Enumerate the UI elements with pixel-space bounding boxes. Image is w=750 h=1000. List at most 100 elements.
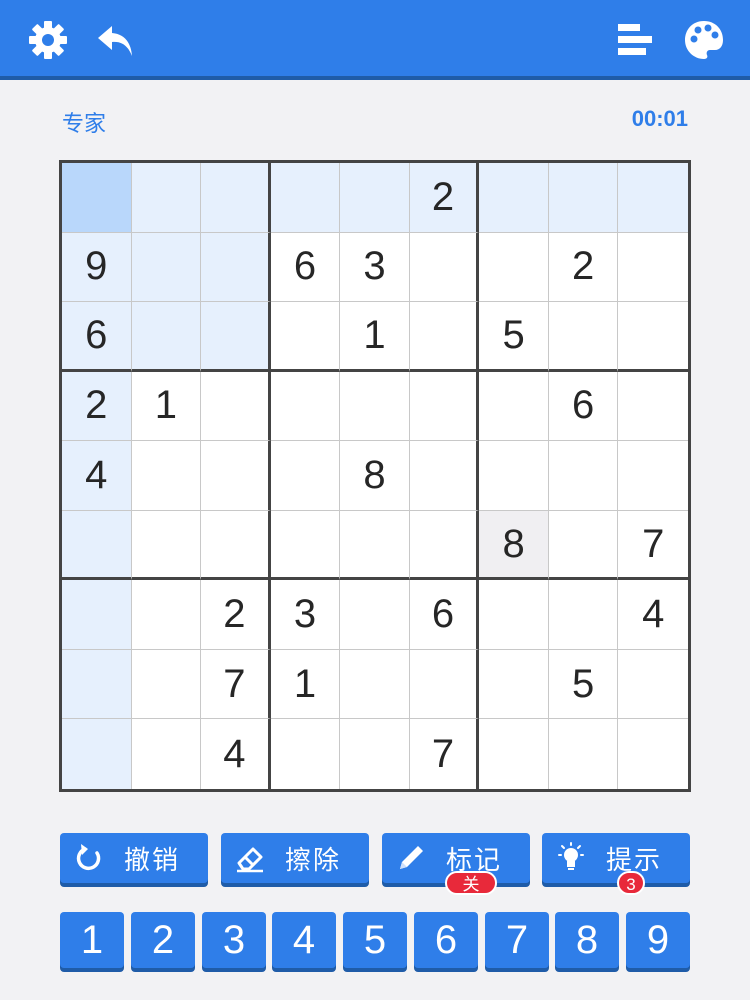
- board-cell[interactable]: [62, 163, 132, 233]
- board-cell[interactable]: [131, 441, 202, 511]
- board-cell[interactable]: 5: [479, 302, 549, 372]
- board-cell[interactable]: 7: [201, 649, 271, 720]
- board-cell[interactable]: 2: [409, 163, 480, 233]
- number-button-3[interactable]: 3: [202, 912, 266, 968]
- board-cell[interactable]: [62, 580, 132, 650]
- board-cell[interactable]: [340, 371, 410, 442]
- number-button-9[interactable]: 9: [626, 912, 690, 968]
- board-cell[interactable]: [62, 510, 132, 581]
- number-button-1[interactable]: 1: [60, 912, 124, 968]
- board-cell[interactable]: [479, 580, 549, 650]
- board-cell[interactable]: [409, 232, 480, 303]
- number-button-7[interactable]: 7: [485, 912, 549, 968]
- board-cell[interactable]: 2: [548, 232, 619, 303]
- board-cell[interactable]: [409, 649, 480, 720]
- gear-icon[interactable]: [26, 18, 70, 62]
- board-cell[interactable]: [201, 163, 271, 233]
- bars-icon[interactable]: [614, 18, 658, 62]
- board-cell[interactable]: 5: [548, 649, 619, 720]
- board-cell[interactable]: 1: [131, 371, 202, 442]
- board-cell[interactable]: [201, 510, 271, 581]
- board-cell[interactable]: 9: [62, 232, 132, 303]
- board-cell[interactable]: 6: [270, 232, 341, 303]
- undo-arrow-icon[interactable]: [94, 18, 138, 62]
- board-cell[interactable]: [201, 302, 271, 372]
- board-cell[interactable]: [549, 719, 619, 789]
- board-cell[interactable]: [131, 163, 202, 233]
- board-cell[interactable]: [548, 302, 619, 372]
- notes-button[interactable]: 标记 关: [382, 833, 530, 895]
- board-cell[interactable]: 2: [62, 371, 132, 442]
- board-cell[interactable]: [340, 163, 410, 233]
- board-cell[interactable]: [479, 441, 549, 511]
- board-cell[interactable]: [340, 649, 410, 720]
- board-cell[interactable]: [618, 302, 688, 372]
- board-cell[interactable]: [409, 510, 480, 581]
- board-cell[interactable]: [479, 232, 549, 303]
- board-cell[interactable]: [131, 649, 202, 720]
- board-cell[interactable]: [270, 371, 341, 442]
- number-button-8[interactable]: 8: [555, 912, 619, 968]
- board-cell[interactable]: [270, 302, 341, 372]
- board-cell[interactable]: [618, 233, 688, 303]
- board-cell[interactable]: [409, 441, 480, 511]
- number-button-5[interactable]: 5: [343, 912, 407, 968]
- board-cell[interactable]: 8: [340, 441, 410, 511]
- notes-status-badge: 关: [445, 871, 497, 895]
- board-cell[interactable]: [618, 441, 688, 511]
- board-cell[interactable]: 4: [62, 441, 132, 511]
- board-cell[interactable]: [132, 719, 202, 789]
- board-cell[interactable]: [409, 371, 480, 442]
- board-cell[interactable]: 8: [479, 510, 549, 581]
- board-cell[interactable]: [340, 719, 410, 789]
- hint-button[interactable]: 提示 3: [542, 833, 690, 895]
- board-cell[interactable]: 1: [270, 649, 341, 720]
- board-cell[interactable]: [618, 650, 688, 720]
- board-cell[interactable]: 3: [340, 232, 410, 303]
- board-cell[interactable]: [479, 719, 549, 789]
- board-cell[interactable]: [201, 371, 271, 442]
- board-cell[interactable]: 1: [340, 302, 410, 372]
- hint-label: 提示: [605, 844, 662, 875]
- board-cell[interactable]: [62, 649, 132, 720]
- board-cell[interactable]: [270, 510, 341, 581]
- board-cell[interactable]: [340, 510, 410, 581]
- board-cell[interactable]: [271, 719, 341, 789]
- board-cell[interactable]: [548, 163, 619, 233]
- board-cell[interactable]: [131, 510, 202, 581]
- board-cell[interactable]: [201, 232, 271, 303]
- board-cell[interactable]: [548, 580, 619, 650]
- number-button-4[interactable]: 4: [272, 912, 336, 968]
- board-cell[interactable]: 4: [201, 719, 271, 789]
- board-cell[interactable]: [479, 649, 549, 720]
- board-cell[interactable]: [618, 372, 688, 442]
- board-cell[interactable]: 2: [201, 580, 271, 650]
- board-cell[interactable]: [270, 163, 341, 233]
- board-cell[interactable]: [409, 302, 480, 372]
- board-cell[interactable]: [548, 441, 619, 511]
- board-cell[interactable]: 3: [270, 580, 341, 650]
- board-cell[interactable]: [62, 719, 132, 789]
- board-cell[interactable]: [131, 302, 202, 372]
- number-button-6[interactable]: 6: [414, 912, 478, 968]
- board-cell[interactable]: [618, 719, 688, 789]
- board-cell[interactable]: 6: [409, 580, 480, 650]
- board-cell[interactable]: 7: [618, 511, 688, 581]
- board-cell[interactable]: 6: [548, 371, 619, 442]
- board-cell[interactable]: [270, 441, 341, 511]
- board-cell[interactable]: 6: [62, 302, 132, 372]
- board-cell[interactable]: [618, 163, 688, 233]
- board-cell[interactable]: [340, 580, 410, 650]
- board-cell[interactable]: [479, 371, 549, 442]
- palette-icon[interactable]: [682, 18, 726, 62]
- board-cell[interactable]: [479, 163, 549, 233]
- board-cell[interactable]: [131, 232, 202, 303]
- board-cell[interactable]: 4: [618, 580, 688, 650]
- board-cell[interactable]: [548, 510, 619, 581]
- number-button-2[interactable]: 2: [131, 912, 195, 968]
- board-cell[interactable]: 7: [410, 719, 480, 789]
- board-cell[interactable]: [201, 441, 271, 511]
- erase-button[interactable]: 擦除: [221, 833, 369, 883]
- undo-button[interactable]: 撤销: [60, 833, 208, 883]
- board-cell[interactable]: [131, 580, 202, 650]
